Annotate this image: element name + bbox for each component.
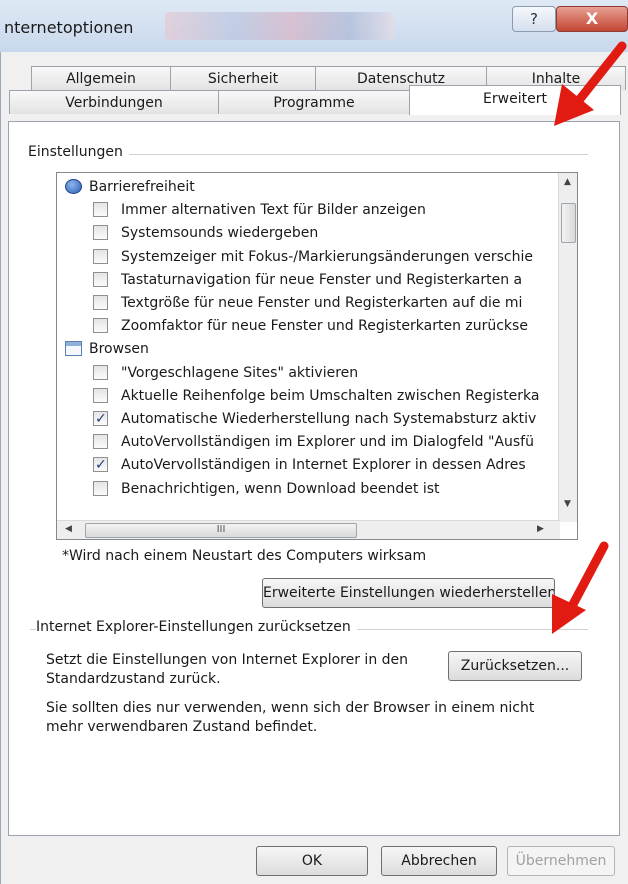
tab-programme[interactable]: Programme [218,90,410,114]
reset-description-line2: Standardzustand zurück. [46,671,221,687]
option-label[interactable]: AutoVervollständigen in Internet Explore… [121,453,526,477]
reset-note-line1: Sie sollten dies nur verwenden, wenn sic… [46,700,535,716]
option-label[interactable]: Aktuelle Reihenfolge beim Umschalten zwi… [121,384,540,408]
checkbox[interactable] [93,202,108,218]
option-label[interactable]: Tastaturnavigation für neue Fenster und … [121,268,522,292]
option-label[interactable]: Systemzeiger mit Fokus-/Markierungsänder… [121,245,533,269]
restore-advanced-settings-button[interactable]: Erweiterte Einstellungen wiederherstelle… [262,578,555,608]
window-titlebar: nternetoptionen ? X [0,0,628,52]
accessibility-icon [65,179,82,194]
reset-group-label: Internet Explorer-Einstellungen zurückse… [36,619,357,635]
checkbox[interactable] [93,434,108,450]
cancel-button[interactable]: Abbrechen [381,846,497,876]
horizontal-scrollbar[interactable]: ◀ III ▶ [57,520,560,539]
apply-button[interactable]: Übernehmen [507,846,615,876]
checkbox[interactable] [93,225,108,241]
ok-button[interactable]: OK [256,846,368,876]
annotation-arrow-top [554,41,627,126]
tab-allgemein[interactable]: Allgemein [31,66,171,90]
reset-description-line1: Setzt die Einstellungen von Internet Exp… [46,652,409,668]
scroll-left-icon[interactable]: ◀ [65,524,72,534]
checkbox[interactable] [93,407,108,431]
blurred-region [165,12,395,40]
category-label: Barrierefreiheit [89,179,195,195]
option-label[interactable]: Benachrichtigen, wenn Download beendet i… [121,477,440,501]
browse-window-icon [65,341,82,357]
tab-sicherheit[interactable]: Sicherheit [170,66,316,90]
checkbox[interactable] [93,364,108,380]
option-label[interactable]: "Vorgeschlagene Sites" aktivieren [121,361,358,385]
option-label[interactable]: Textgröße für neue Fenster und Registerk… [121,291,522,315]
checkbox[interactable] [93,248,108,264]
horizontal-scroll-thumb[interactable]: III [85,523,357,538]
tab-verbindungen[interactable]: Verbindungen [9,90,219,114]
reset-button[interactable]: Zurücksetzen... [448,651,582,681]
settings-listbox[interactable]: Barrierefreiheit Immer alternativen Text … [56,172,578,540]
scroll-right-icon[interactable]: ▶ [537,524,544,534]
vertical-scrollbar[interactable]: ▲ ▼ [558,173,577,522]
option-label[interactable]: Systemsounds wiedergeben [121,221,318,245]
option-label[interactable]: Zoomfaktor für neue Fenster und Register… [121,314,528,338]
reset-note-line2: mehr verwendbaren Zustand befindet. [46,719,318,735]
option-label[interactable]: Automatische Wiederherstellung nach Syst… [121,407,536,431]
option-label[interactable]: AutoVervollständigen im Explorer und im … [121,430,534,454]
checkbox[interactable] [93,318,108,334]
settings-group-label: Einstellungen [28,144,129,160]
close-button[interactable]: X [556,6,628,32]
restart-note: *Wird nach einem Neustart des Computers … [62,548,427,564]
category-label: Browsen [89,341,149,358]
checkbox[interactable] [93,453,108,477]
window-title: nternetoptionen [4,18,134,37]
checkbox[interactable] [93,271,108,287]
checkbox[interactable] [93,480,108,496]
scroll-down-icon[interactable]: ▼ [564,499,571,509]
checkbox[interactable] [93,387,108,403]
annotation-arrow-bottom [552,541,609,634]
vertical-scroll-thumb[interactable] [561,203,576,243]
help-button[interactable]: ? [512,6,556,32]
scroll-up-icon[interactable]: ▲ [564,177,571,187]
option-label[interactable]: Immer alternativen Text für Bilder anzei… [121,198,426,222]
checkbox[interactable] [93,295,108,310]
